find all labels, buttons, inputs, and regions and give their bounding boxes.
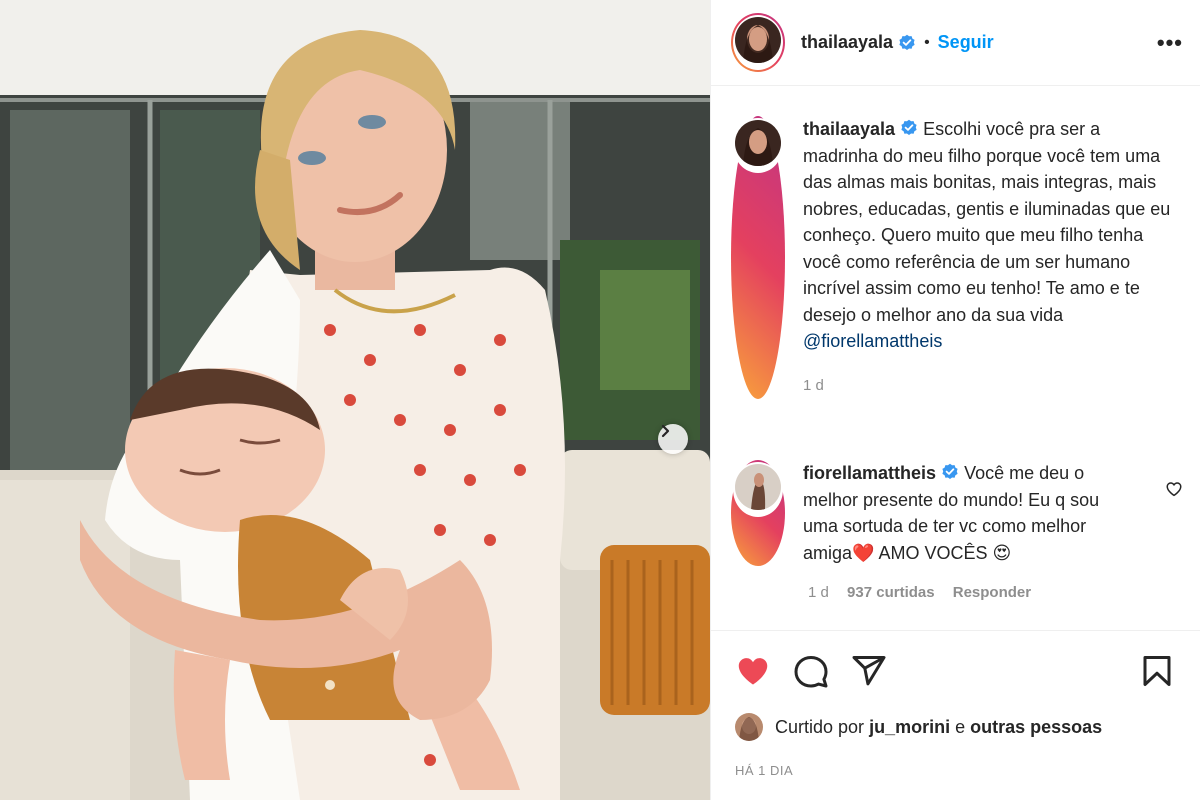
liked-by-text: Curtido por ju_morini e outras pessoas (775, 717, 1102, 738)
caption-text: thailaayala Escolhi você pra ser a madri… (803, 116, 1175, 399)
heart-icon[interactable] (735, 653, 771, 689)
action-icons (735, 653, 1175, 689)
comment-author-avatar[interactable] (731, 460, 785, 566)
post-photo (0, 0, 710, 800)
comment-meta: 1 d 937 curtidas Responder (808, 584, 1181, 601)
post-header: thailaayala • Seguir ••• (711, 0, 1200, 86)
author-avatar-image (735, 17, 781, 63)
author-username[interactable]: thailaayala (801, 32, 893, 53)
post-image (0, 0, 710, 800)
comment-item: fiorellamattheis Você me deu o melhor pr… (731, 460, 1183, 601)
comment-likes-count[interactable]: 937 curtidas (847, 584, 935, 601)
comment-avatar-image (735, 464, 781, 510)
reply-button[interactable]: Responder (953, 584, 1031, 601)
post-actions: Curtido por ju_morini e outras pessoas H… (711, 630, 1200, 800)
more-options-button[interactable]: ••• (1157, 30, 1183, 56)
caption-mention-link[interactable]: @fiorellamattheis (803, 331, 942, 351)
post-caption: thailaayala Escolhi você pra ser a madri… (731, 116, 1181, 399)
comment-username[interactable]: fiorellamattheis (803, 463, 936, 483)
share-icon[interactable] (851, 653, 887, 689)
liked-by: Curtido por ju_morini e outras pessoas (735, 713, 1102, 741)
caption-age[interactable]: 1 d (803, 373, 1175, 400)
post-timestamp[interactable]: HÁ 1 DIA (735, 763, 793, 778)
caption-author-avatar[interactable] (731, 116, 785, 399)
comment-age[interactable]: 1 d (808, 584, 829, 601)
comment-body-end: AMO VOCÊS (874, 542, 993, 563)
follow-button[interactable]: Seguir (938, 32, 994, 53)
comment-text: fiorellamattheis Você me deu o melhor pr… (803, 460, 1133, 566)
red-heart-emoji: ❤️ (852, 542, 875, 563)
chevron-right-icon (661, 424, 670, 438)
liked-by-user[interactable]: ju_morini (869, 717, 950, 737)
verified-badge-icon (942, 463, 958, 479)
liked-by-prefix: Curtido por (775, 716, 865, 737)
caption-body: Escolhi você pra ser a madrinha do meu f… (803, 119, 1171, 325)
separator-dot: • (924, 33, 930, 51)
liked-by-others[interactable]: outras pessoas (970, 717, 1102, 737)
caption-avatar-image (735, 120, 781, 166)
author-avatar[interactable] (731, 13, 785, 72)
caption-username[interactable]: thailaayala (803, 119, 895, 139)
verified-badge-icon (901, 119, 917, 135)
liked-by-joiner: e (955, 716, 966, 737)
comment-icon[interactable] (793, 653, 829, 689)
verified-badge-icon (899, 34, 915, 50)
bookmark-icon[interactable] (1139, 653, 1175, 689)
liker-avatar[interactable] (735, 713, 763, 741)
heart-eyes-emoji: 😍 (992, 542, 1012, 563)
post-side-panel: thailaayala • Seguir ••• thailaayala Esc… (710, 0, 1200, 800)
heart-outline-icon[interactable] (1165, 480, 1183, 498)
next-photo-button[interactable] (658, 424, 688, 454)
